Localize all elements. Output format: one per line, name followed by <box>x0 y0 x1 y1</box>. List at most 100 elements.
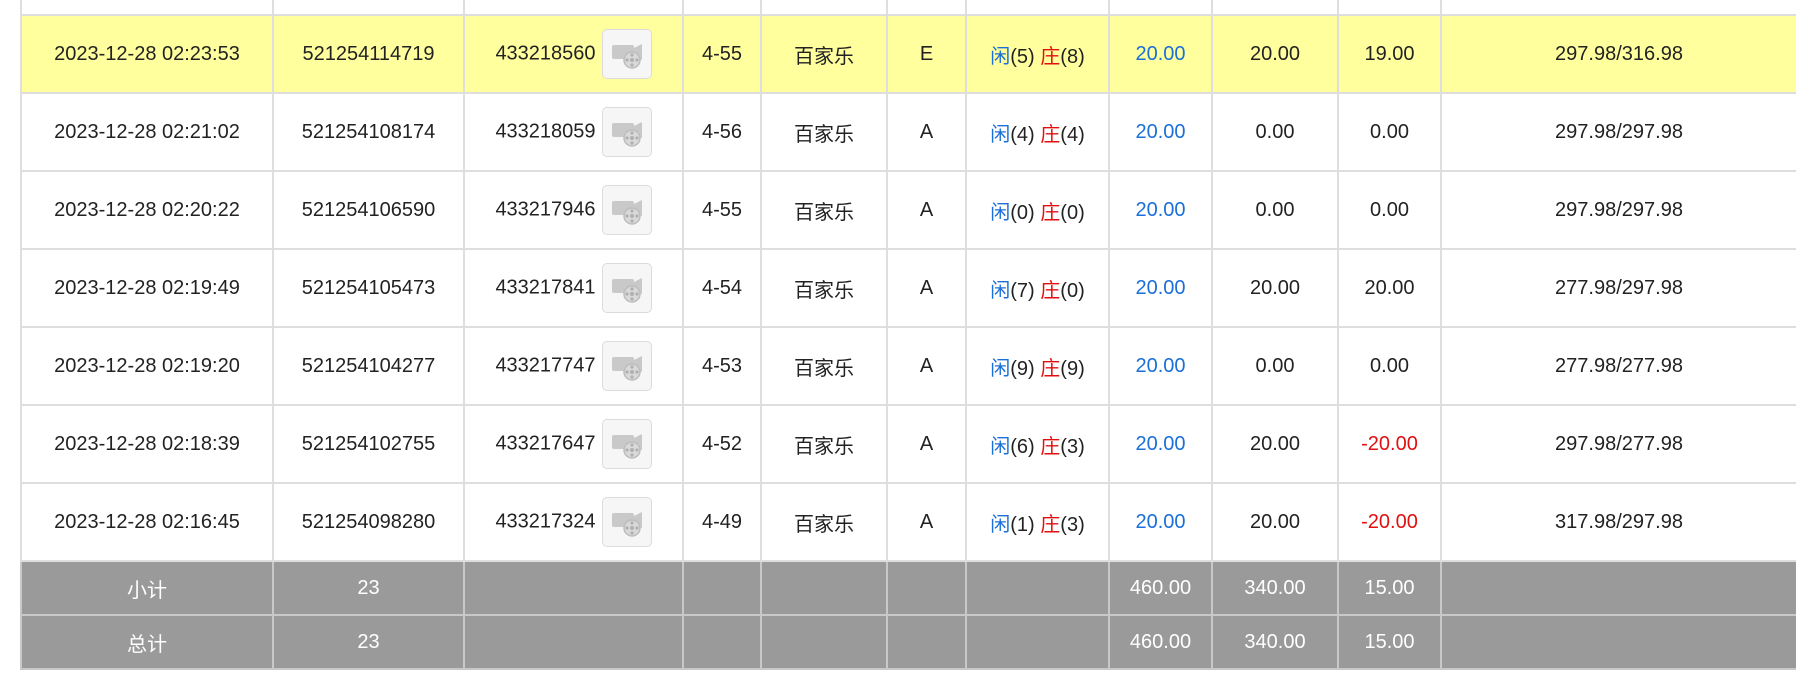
round-number: 433217324 <box>495 510 596 533</box>
order-number: 521254105473 <box>272 248 465 328</box>
game-name: 百家乐 <box>760 170 888 250</box>
game-name: 百家乐 <box>760 326 888 406</box>
bet-time: 2023-12-28 02:18:39 <box>20 404 274 484</box>
video-replay-icon[interactable] <box>601 263 652 313</box>
bet-time: 2023-12-28 02:23:53 <box>20 14 274 94</box>
shoe-number: 4-52 <box>682 404 762 484</box>
banker-score: (0) <box>1060 201 1085 224</box>
game-name: 百家乐 <box>760 92 888 172</box>
banker-score: (4) <box>1060 123 1085 146</box>
balance-change: 297.98/277.98 <box>1440 404 1796 484</box>
total-label: 总计 <box>20 614 274 670</box>
payout-amount: -20.00 <box>1337 404 1442 484</box>
player-label: 闲 <box>990 45 1011 68</box>
subtotal-payout: 15.00 <box>1337 560 1442 616</box>
player-label: 闲 <box>990 123 1011 146</box>
table-row: 2023-12-28 02:19:49 521254105473 433217841… <box>20 248 1796 328</box>
banker-label: 庄 <box>1040 435 1061 458</box>
result-cell: 闲(1) 庄(3) <box>965 482 1110 562</box>
bet-amount: 20.00 <box>1108 482 1213 562</box>
table-row: 2023-12-28 02:18:39 521254102755 433217647… <box>20 404 1796 484</box>
bet-records-table-container: 2023-12-28 02:23:53 521254114719 433218560… <box>20 0 1796 670</box>
game-name: 百家乐 <box>760 482 888 562</box>
total-count: 23 <box>272 614 465 670</box>
bet-amount: 20.00 <box>1108 404 1213 484</box>
round-cell: 433218560 <box>463 14 684 94</box>
valid-bet: 20.00 <box>1211 248 1339 328</box>
payout-amount: 0.00 <box>1337 170 1442 250</box>
round-number: 433217946 <box>495 198 596 221</box>
subtotal-row: 小计 23 460.00 340.00 15.00 <box>20 560 1796 616</box>
video-replay-icon[interactable] <box>601 185 652 235</box>
total-payout: 15.00 <box>1337 614 1442 670</box>
bet-time: 2023-12-28 02:19:20 <box>20 326 274 406</box>
game-name: 百家乐 <box>760 404 888 484</box>
round-cell: 433217647 <box>463 404 684 484</box>
shoe-number: 4-54 <box>682 248 762 328</box>
video-replay-icon[interactable] <box>601 497 652 547</box>
bet-amount: 20.00 <box>1108 92 1213 172</box>
payout-amount: 19.00 <box>1337 14 1442 94</box>
player-label: 闲 <box>990 279 1011 302</box>
result-cell: 闲(9) 庄(9) <box>965 326 1110 406</box>
banker-label: 庄 <box>1040 201 1061 224</box>
payout-amount: 0.00 <box>1337 92 1442 172</box>
banker-label: 庄 <box>1040 123 1061 146</box>
total-valid: 340.00 <box>1211 614 1339 670</box>
table-name: E <box>886 14 967 94</box>
table-name: A <box>886 92 967 172</box>
table-name: A <box>886 326 967 406</box>
subtotal-label: 小计 <box>20 560 274 616</box>
round-number: 433217747 <box>495 354 596 377</box>
video-replay-icon[interactable] <box>601 107 652 157</box>
banker-score: (9) <box>1060 357 1085 380</box>
player-label: 闲 <box>990 435 1011 458</box>
banker-label: 庄 <box>1040 279 1061 302</box>
result-cell: 闲(0) 庄(0) <box>965 170 1110 250</box>
round-number: 433217647 <box>495 432 596 455</box>
banker-label: 庄 <box>1040 513 1061 536</box>
bet-amount: 20.00 <box>1108 14 1213 94</box>
round-cell: 433217324 <box>463 482 684 562</box>
round-number: 433217841 <box>495 276 596 299</box>
result-cell: 闲(7) 庄(0) <box>965 248 1110 328</box>
payout-amount: -20.00 <box>1337 482 1442 562</box>
shoe-number: 4-56 <box>682 92 762 172</box>
bet-time: 2023-12-28 02:16:45 <box>20 482 274 562</box>
round-cell: 433217946 <box>463 170 684 250</box>
round-number: 433218560 <box>495 42 596 65</box>
banker-score: (3) <box>1060 513 1085 536</box>
balance-change: 297.98/316.98 <box>1440 14 1796 94</box>
payout-amount: 0.00 <box>1337 326 1442 406</box>
balance-change: 297.98/297.98 <box>1440 170 1796 250</box>
player-label: 闲 <box>990 513 1011 536</box>
total-row: 总计 23 460.00 340.00 15.00 <box>20 614 1796 670</box>
shoe-number: 4-49 <box>682 482 762 562</box>
order-number: 521254098280 <box>272 482 465 562</box>
video-replay-icon[interactable] <box>601 419 652 469</box>
table-row: 2023-12-28 02:21:02 521254108174 433218059… <box>20 92 1796 172</box>
game-name: 百家乐 <box>760 14 888 94</box>
result-cell: 闲(4) 庄(4) <box>965 92 1110 172</box>
subtotal-valid: 340.00 <box>1211 560 1339 616</box>
table-row: 2023-12-28 02:19:20 521254104277 433217747… <box>20 326 1796 406</box>
valid-bet: 20.00 <box>1211 404 1339 484</box>
bet-time: 2023-12-28 02:19:49 <box>20 248 274 328</box>
shoe-number: 4-55 <box>682 170 762 250</box>
bet-amount: 20.00 <box>1108 326 1213 406</box>
balance-change: 277.98/297.98 <box>1440 248 1796 328</box>
previous-row-fragment <box>20 0 1796 16</box>
order-number: 521254106590 <box>272 170 465 250</box>
bet-records-table: 2023-12-28 02:23:53 521254114719 433218560… <box>20 0 1796 670</box>
table-row: 2023-12-28 02:16:45 521254098280 433217324… <box>20 482 1796 562</box>
bet-amount: 20.00 <box>1108 248 1213 328</box>
shoe-number: 4-55 <box>682 14 762 94</box>
player-score: (9) <box>1010 357 1035 380</box>
video-replay-icon[interactable] <box>601 29 652 79</box>
order-number: 521254114719 <box>272 14 465 94</box>
player-score: (5) <box>1010 45 1035 68</box>
balance-change: 277.98/277.98 <box>1440 326 1796 406</box>
player-label: 闲 <box>990 201 1011 224</box>
valid-bet: 0.00 <box>1211 92 1339 172</box>
video-replay-icon[interactable] <box>601 341 652 391</box>
